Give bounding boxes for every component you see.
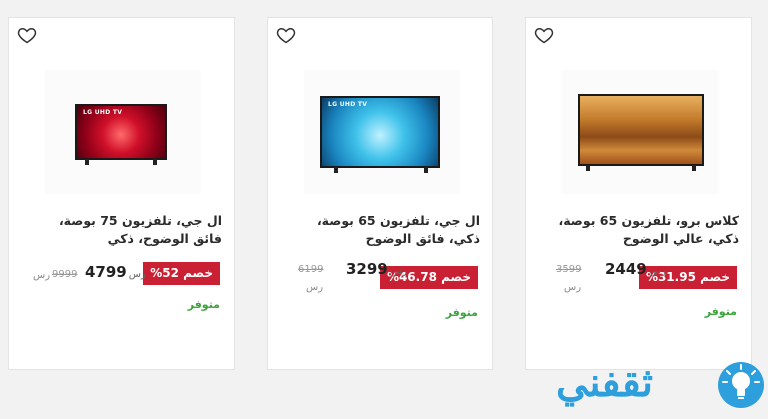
brand-label: LG UHD TV (328, 101, 368, 108)
old-price: 3599 (556, 264, 582, 275)
product-card[interactable]: كلاس برو، تلفزيون 65 بوصة، ذكي، عالي الو… (525, 17, 752, 370)
product-image[interactable]: LG UHD TV (304, 70, 460, 194)
price: 3299 رس (346, 260, 407, 278)
product-image[interactable]: LG UHD TV (45, 70, 201, 194)
tv-screen: LG UHD TV (320, 96, 440, 168)
tv-stand-left (85, 159, 89, 165)
product-image[interactable] (562, 70, 718, 194)
tv-stand-right (424, 167, 428, 173)
product-title[interactable]: كلاس برو، تلفزيون 65 بوصة، ذكي، عالي الو… (549, 212, 739, 248)
stock-status: متوفر (445, 306, 478, 319)
price-value: 3299 (346, 260, 388, 278)
product-card[interactable]: LG UHD TV ال جي، تلفزيون 75 بوصة، فائق ا… (8, 17, 235, 370)
product-title[interactable]: ال جي، تلفزيون 75 بوصة، فائق الوضوح، ذكي (32, 212, 222, 248)
favorite-heart-icon[interactable] (17, 25, 37, 45)
product-title[interactable]: ال جي، تلفزيون 65 بوصة، ذكي، فائق الوضوح (290, 212, 480, 248)
discount-badge: %52 خصم (143, 262, 220, 285)
stock-status: متوفر (704, 305, 737, 318)
stock-status: متوفر (187, 298, 220, 311)
tv-screen (578, 94, 704, 166)
favorite-heart-icon[interactable] (276, 25, 296, 45)
tv-stand-left (586, 165, 590, 171)
favorite-heart-icon[interactable] (534, 25, 554, 45)
old-price: 9999 (52, 269, 78, 280)
price-currency: رس (648, 266, 666, 277)
logo-text: ثقفني (556, 359, 655, 406)
tv-screen: LG UHD TV (75, 104, 167, 160)
price: 4799 رس (85, 263, 146, 281)
brand-label: LG UHD TV (83, 109, 123, 116)
tv-stand-left (334, 167, 338, 173)
tv-stand-right (692, 165, 696, 171)
old-price-currency: رس (306, 282, 324, 293)
old-price-currency: رس (33, 270, 51, 281)
lightbulb-icon (716, 360, 766, 410)
price-value: 4799 (85, 263, 127, 281)
price-value: 2449 (605, 260, 647, 278)
tv-stand-right (153, 159, 157, 165)
price-currency: رس (389, 266, 407, 277)
site-logo: ثقفني (556, 354, 766, 416)
price-currency: رس (128, 269, 146, 280)
old-price-currency: رس (564, 282, 582, 293)
product-card[interactable]: LG UHD TV ال جي، تلفزيون 65 بوصة، ذكي، ف… (267, 17, 493, 370)
old-price: 6199 (298, 264, 324, 275)
price: 2449 رس (605, 260, 666, 278)
